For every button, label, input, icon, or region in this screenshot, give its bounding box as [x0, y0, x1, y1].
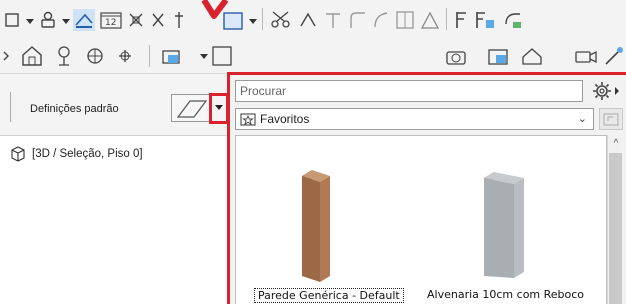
- object-dropdown-icon[interactable]: [200, 54, 208, 59]
- prev-tool-icon[interactable]: [0, 46, 12, 66]
- select-tool-dropdown-icon[interactable]: [26, 19, 34, 24]
- object-icon[interactable]: [160, 45, 184, 67]
- radiator-icon[interactable]: [83, 44, 107, 68]
- red-arrow-annotation: [201, 0, 229, 19]
- trim-icon[interactable]: [150, 11, 166, 29]
- adjust-icon[interactable]: [420, 10, 440, 30]
- favorite-item-label[interactable]: Parede Genérica - Default: [254, 288, 404, 303]
- tree-item-3d-view[interactable]: [3D / Seleção, Piso 0]: [10, 146, 143, 162]
- favorites-popup: Procurar Favoritos ⌄ Parede Genérica - D…: [227, 72, 626, 304]
- select-tool-icon[interactable]: [4, 12, 20, 28]
- separator: [10, 92, 11, 122]
- video-icon[interactable]: [574, 45, 598, 67]
- flag-icon[interactable]: [454, 10, 468, 30]
- redo-icon[interactable]: [502, 10, 524, 30]
- wall-preview-button[interactable]: [171, 94, 211, 122]
- navigator-panel: [3D / Seleção, Piso 0]: [0, 136, 230, 304]
- house-view-icon[interactable]: [520, 45, 544, 67]
- window-icon[interactable]: [210, 44, 234, 68]
- gallery-scrollbar[interactable]: ^: [607, 135, 623, 304]
- lamp-icon[interactable]: [113, 44, 137, 68]
- element-filter-dropdown-icon[interactable]: [249, 19, 257, 24]
- favorite-item-generic-wall[interactable]: [276, 156, 356, 289]
- masonry-wall-thumbnail: [484, 172, 524, 278]
- split-icon[interactable]: [395, 10, 415, 30]
- intersect-icon[interactable]: [128, 11, 144, 29]
- magic-wand-icon[interactable]: [602, 45, 626, 67]
- favorite-item-masonry-wall[interactable]: [466, 156, 546, 289]
- plant-icon[interactable]: [52, 44, 76, 68]
- scroll-thumb[interactable]: [609, 153, 622, 304]
- gear-icon: [593, 82, 619, 100]
- tree-item-label: [3D / Seleção, Piso 0]: [32, 148, 143, 160]
- star-folder-icon: [240, 113, 256, 126]
- photo-icon[interactable]: [486, 45, 510, 67]
- layer-icon[interactable]: [474, 10, 496, 30]
- default-settings-label: Definições padrão: [30, 103, 119, 115]
- toolbar-row-1: 12: [0, 0, 626, 38]
- house-icon[interactable]: [20, 44, 44, 68]
- settings-button[interactable]: [590, 79, 622, 103]
- fillet-icon[interactable]: [348, 10, 366, 30]
- measure-icon[interactable]: [73, 9, 95, 31]
- separator: [446, 8, 447, 30]
- view-3d-icon: [11, 146, 25, 162]
- folder-up-button[interactable]: [599, 108, 623, 130]
- extend-icon[interactable]: [324, 10, 342, 30]
- marquee-dropdown-icon[interactable]: [62, 19, 70, 24]
- folder-up-icon: [603, 113, 619, 126]
- curve-icon[interactable]: [372, 10, 390, 30]
- folder-select[interactable]: Favoritos ⌄: [235, 108, 594, 130]
- chevron-down-icon: ⌄: [577, 113, 587, 125]
- favorites-gallery: Parede Genérica - Default Alvenaria 10cm…: [235, 135, 607, 304]
- toolbar-row-2: [0, 38, 626, 74]
- wall-preview-icon: [176, 100, 208, 118]
- marquee-icon[interactable]: [38, 10, 58, 30]
- wood-wall-thumbnail: [302, 170, 330, 282]
- dimension-icon[interactable]: 12: [100, 10, 122, 30]
- camera-icon[interactable]: [444, 45, 468, 67]
- offset-icon[interactable]: [298, 10, 320, 30]
- separator: [149, 45, 150, 67]
- scroll-up-icon[interactable]: ^: [608, 135, 624, 151]
- wall-favorites-dropdown-button[interactable]: [209, 93, 229, 124]
- cut-icon[interactable]: [270, 10, 292, 30]
- favorite-item-label[interactable]: Alvenaria 10cm com Reboco: [427, 288, 584, 301]
- search-input[interactable]: Procurar: [235, 80, 583, 102]
- chevron-down-icon: [215, 105, 223, 110]
- svg-text:12: 12: [105, 18, 116, 28]
- folder-select-value: Favoritos: [260, 112, 310, 126]
- pin-icon[interactable]: [172, 10, 186, 30]
- separator: [262, 8, 263, 30]
